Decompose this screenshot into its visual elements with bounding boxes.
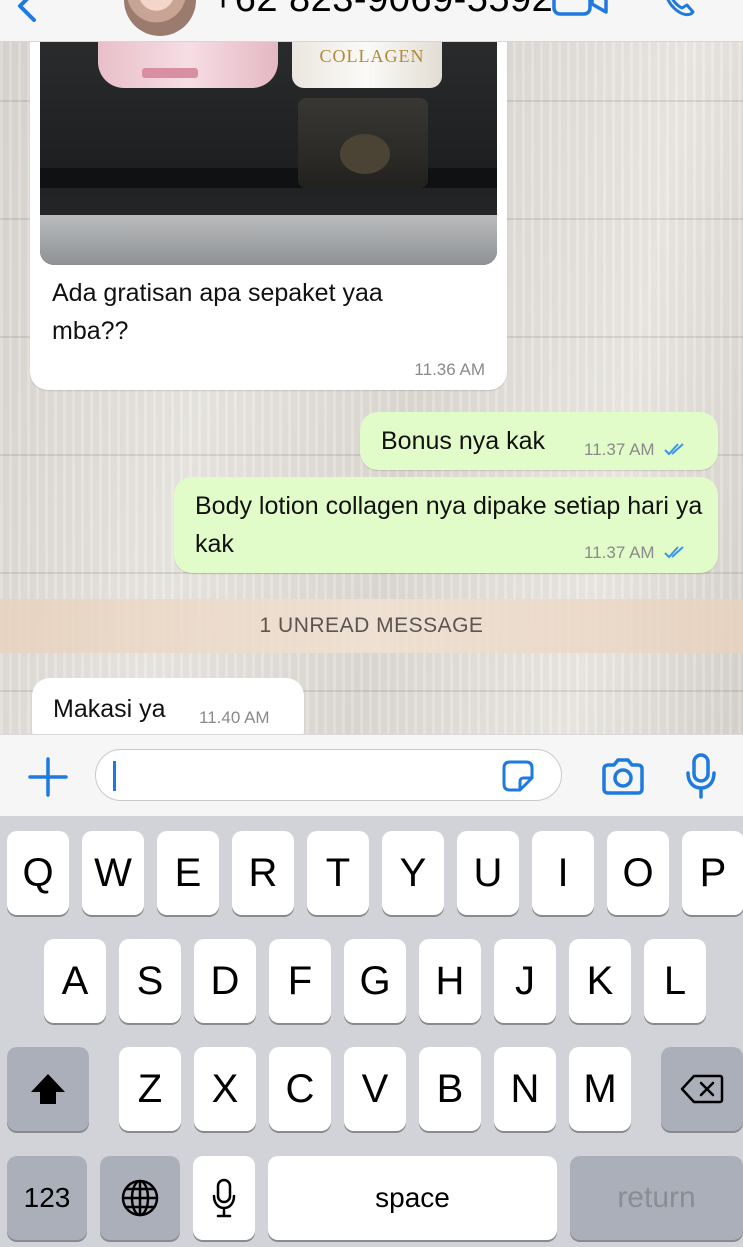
message-photo[interactable]: COLLAGEN [40, 42, 497, 265]
key-p[interactable]: P [682, 831, 743, 915]
message-time-group: 11.37 AM [584, 440, 689, 460]
unread-banner-text: 1 UNREAD MESSAGE [259, 614, 484, 637]
return-key[interactable]: return [570, 1156, 743, 1240]
numbers-key[interactable]: 123 [7, 1156, 87, 1240]
pink-bottle [98, 42, 278, 88]
key-v[interactable]: V [344, 1047, 406, 1131]
outgoing-message[interactable]: Body lotion collagen nya dipake setiap h… [174, 477, 718, 573]
key-w[interactable]: W [82, 831, 144, 915]
message-input[interactable] [95, 749, 562, 801]
key-c[interactable]: C [269, 1047, 331, 1131]
key-g[interactable]: G [344, 939, 406, 1023]
message-time: 11.40 AM [199, 708, 270, 727]
key-y[interactable]: Y [382, 831, 444, 915]
outgoing-message[interactable]: Bonus nya kak 11.37 AM [360, 412, 718, 470]
keyboard: Q W E R T Y U I O P A S D F G H J K L Z … [0, 816, 743, 1247]
video-camera-icon[interactable] [552, 0, 608, 16]
key-s[interactable]: S [119, 939, 181, 1023]
message-time: 11.37 AM [584, 543, 655, 562]
globe-key[interactable] [100, 1156, 180, 1240]
key-e[interactable]: E [157, 831, 219, 915]
key-u[interactable]: U [457, 831, 519, 915]
incoming-message[interactable]: Makasi ya 11.40 AM [32, 678, 304, 734]
key-q[interactable]: Q [7, 831, 69, 915]
sticker-icon[interactable] [500, 760, 536, 792]
floor [40, 215, 497, 265]
message-time-group: 11.37 AM [584, 543, 689, 563]
jar-label: COLLAGEN [319, 46, 425, 66]
message-time: 11.36 AM [414, 360, 485, 379]
jar-reflection-highlight [340, 134, 390, 174]
key-a[interactable]: A [44, 939, 106, 1023]
key-o[interactable]: O [607, 831, 669, 915]
key-n[interactable]: N [494, 1047, 556, 1131]
key-m[interactable]: M [569, 1047, 631, 1131]
shift-icon [31, 1074, 65, 1104]
shift-key[interactable] [7, 1047, 89, 1131]
key-t[interactable]: T [307, 831, 369, 915]
message-composer [0, 734, 743, 816]
key-z[interactable]: Z [119, 1047, 181, 1131]
key-h[interactable]: H [419, 939, 481, 1023]
chevron-left-icon[interactable] [10, 0, 44, 22]
shelf [40, 168, 497, 188]
avatar[interactable] [124, 0, 196, 36]
key-l[interactable]: L [644, 939, 706, 1023]
key-i[interactable]: I [532, 831, 594, 915]
key-r[interactable]: R [232, 831, 294, 915]
backspace-icon [680, 1074, 724, 1104]
key-k[interactable]: K [569, 939, 631, 1023]
dictation-key[interactable] [193, 1156, 255, 1240]
double-check-icon [664, 443, 684, 456]
message-text: Bonus nya kak [381, 427, 545, 455]
incoming-image-message[interactable]: COLLAGEN Ada gratisan apa sepaket yaa mb… [30, 42, 507, 390]
unread-banner: 1 UNREAD MESSAGE [0, 599, 743, 653]
plus-icon[interactable] [28, 757, 68, 797]
delete-key[interactable] [661, 1047, 743, 1131]
phone-icon[interactable] [660, 0, 696, 18]
message-text: Ada gratisan apa sepaket yaa mba?? [52, 279, 383, 345]
microphone-icon [212, 1178, 236, 1218]
camera-icon[interactable] [600, 757, 646, 797]
contact-name[interactable]: +62 823-9069-5592 [212, 0, 553, 21]
message-text: Makasi ya [53, 695, 166, 723]
key-d[interactable]: D [194, 939, 256, 1023]
pink-bottle-cap [142, 68, 198, 78]
double-check-icon [664, 546, 684, 559]
microphone-icon[interactable] [684, 753, 718, 799]
space-key[interactable]: space [268, 1156, 557, 1240]
chat-header: +62 823-9069-5592 [0, 0, 743, 42]
key-x[interactable]: X [194, 1047, 256, 1131]
key-j[interactable]: J [494, 939, 556, 1023]
key-b[interactable]: B [419, 1047, 481, 1131]
message-time: 11.37 AM [584, 440, 655, 459]
key-f[interactable]: F [269, 939, 331, 1023]
text-caret [113, 761, 116, 791]
globe-icon [121, 1179, 159, 1217]
chat-area[interactable]: COLLAGEN Ada gratisan apa sepaket yaa mb… [0, 42, 743, 734]
